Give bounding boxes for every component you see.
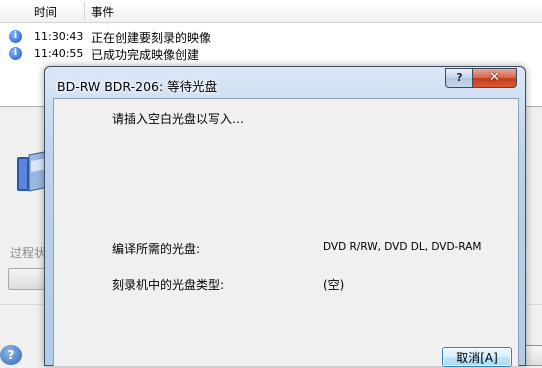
log-time: 11:30:43 xyxy=(34,30,84,43)
info-icon: i xyxy=(9,47,22,60)
event-log-header: 时间 事件 xyxy=(0,0,542,23)
drive-disc-type-label: 刻录机中的光盘类型: xyxy=(112,278,225,292)
cancel-button[interactable]: 取消[A] xyxy=(442,347,512,367)
info-icon: i xyxy=(9,30,22,43)
log-event: 已成功完成映像创建 xyxy=(91,48,200,62)
log-time: 11:40:55 xyxy=(34,47,84,60)
column-time[interactable]: 时间 xyxy=(34,4,57,20)
column-event[interactable]: 事件 xyxy=(91,4,114,20)
help-button[interactable]: ? xyxy=(445,68,474,88)
drive-disc-type-value: (空) xyxy=(323,278,345,292)
insert-disc-prompt: 请插入空白光盘以写入… xyxy=(112,112,245,126)
close-button[interactable]: ✕ xyxy=(472,68,517,88)
dialog-body: 请插入空白光盘以写入… 编译所需的光盘: DVD R/RW, DVD DL, D… xyxy=(53,98,519,367)
required-disc-value: DVD R/RW, DVD DL, DVD-RAM xyxy=(323,241,482,253)
log-event: 正在创建要刻录的映像 xyxy=(91,31,212,45)
column-divider[interactable] xyxy=(84,2,85,20)
close-icon: ✕ xyxy=(489,70,500,85)
required-disc-label: 编译所需的光盘: xyxy=(112,242,201,256)
help-icon[interactable]: ? xyxy=(0,345,22,365)
help-icon: ? xyxy=(456,71,463,84)
log-row[interactable]: i 11:40:55 已成功完成映像创建 xyxy=(0,46,542,62)
dialog-title: BD-RW BDR-206: 等待光盘 xyxy=(57,79,218,94)
process-status-label: 过程状 xyxy=(10,246,47,260)
log-row[interactable]: i 11:30:43 正在创建要刻录的映像 xyxy=(0,29,542,45)
wait-for-disc-dialog: BD-RW BDR-206: 等待光盘 ? ✕ 请插入空白光盘以写入… 编译所需… xyxy=(44,66,526,367)
